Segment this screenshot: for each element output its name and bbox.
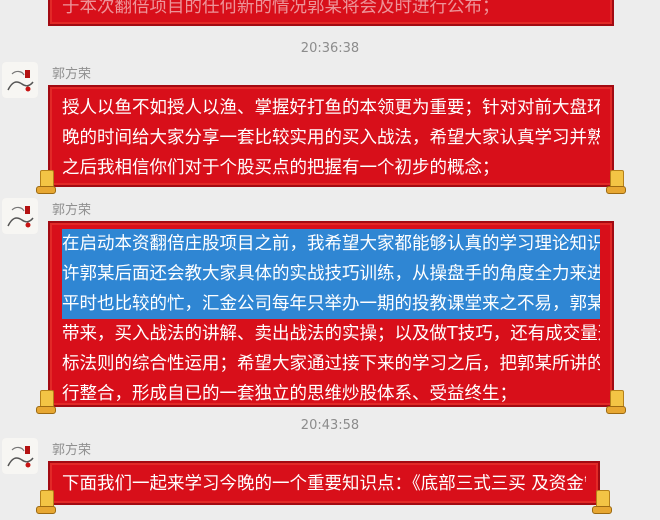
scroll-ornament-icon [36, 186, 56, 194]
avatar-image [2, 198, 38, 234]
message-line: 行整合，形成自已的一套独立的思维炒股体系、受益终生； [62, 384, 517, 404]
message-bubble[interactable]: 授人以鱼不如授人以渔、掌握好打鱼的本领更为重要；针对对前大盘环境郭某利用今 晚的… [48, 85, 614, 187]
message-line: 下面我们一起来学习今晚的一个重要知识点：《底部三式三买 及资金管理》 [62, 474, 586, 494]
message-bubble[interactable]: 下面我们一起来学习今晚的一个重要知识点：《底部三式三买 及资金管理》 [48, 461, 600, 505]
scroll-ornament-icon [606, 186, 626, 194]
message-line-selected: 在启动本资翻倍庄股项目之前，我希望大家都能够认真的学习理论知识，如果时间允 [62, 229, 600, 259]
avatar-image [2, 438, 38, 474]
avatar[interactable] [2, 62, 38, 98]
message-line: 授人以鱼不如授人以渔、掌握好打鱼的本领更为重要；针对对前大盘环境郭某利用今 [62, 98, 600, 118]
sender-name: 郭方荣 [52, 67, 92, 82]
message-line: 带来，买入战法的讲解、卖出战法的实操；以及做T技巧，还有成交量选股、及各种指 [62, 324, 600, 344]
scroll-ornament-icon [36, 506, 56, 514]
message-line: 标法则的综合性运用；希望大家通过接下来的学习之后，把郭某所讲的零碎知识点进 [62, 354, 600, 374]
scroll-ornament-icon [606, 406, 626, 414]
message-line-selected: 平时也比较的忙，汇金公司每年只举办一期的投教课堂来之不易，郭某会相继给大家 [62, 289, 600, 319]
message-line: 于本次翻倍项目的任何新的情况郭某将会及时进行公布； [62, 0, 500, 17]
chat-history: 于本次翻倍项目的任何新的情况郭某将会及时进行公布； 20:36:38 郭方荣 授… [0, 0, 660, 520]
scroll-ornament-icon [36, 406, 56, 414]
message-bubble[interactable]: 在启动本资翻倍庄股项目之前，我希望大家都能够认真的学习理论知识，如果时间允 许郭… [48, 221, 614, 407]
timestamp: 20:43:58 [300, 418, 360, 433]
scroll-ornament-icon [592, 506, 612, 514]
message-line-selected: 许郭某后面还会教大家具体的实战技巧训练，从操盘手的角度全力来进行打造；郭某 [62, 259, 600, 289]
avatar[interactable] [2, 438, 38, 474]
sender-name: 郭方荣 [52, 443, 92, 458]
timestamp: 20:36:38 [300, 41, 360, 56]
message-bubble-partial[interactable]: 于本次翻倍项目的任何新的情况郭某将会及时进行公布； [48, 0, 614, 26]
message-line: 晚的时间给大家分享一套比较实用的买入战法，希望大家认真学习并熟练掌握；学完 [62, 128, 600, 148]
avatar-image [2, 62, 38, 98]
avatar[interactable] [2, 198, 38, 234]
message-line: 之后我相信你们对于个股买点的把握有一个初步的概念； [62, 158, 500, 178]
sender-name: 郭方荣 [52, 203, 92, 218]
